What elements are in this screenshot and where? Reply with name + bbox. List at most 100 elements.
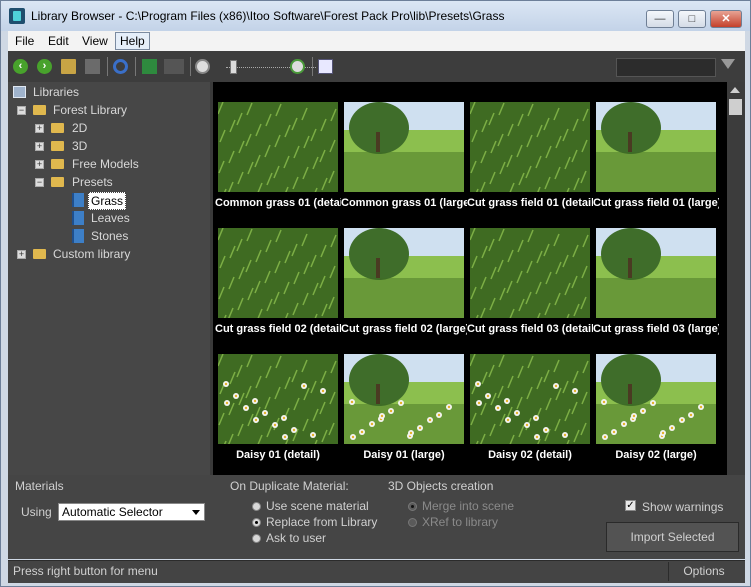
preset-thumbnail[interactable]: [218, 102, 338, 192]
expand-icon[interactable]: +: [35, 160, 44, 169]
using-label: Using: [21, 505, 52, 519]
tree-label: Forest Library: [53, 103, 128, 117]
preset-caption: Cut grass field 03 (large): [593, 323, 719, 335]
info-icon[interactable]: [318, 59, 333, 74]
back-icon[interactable]: ‹: [13, 59, 28, 74]
checkbox[interactable]: ✓: [625, 500, 636, 511]
maximize-button[interactable]: □: [678, 10, 706, 28]
toolbar-separator: [312, 57, 313, 76]
folder-icon: [33, 249, 46, 259]
preset-thumbnail[interactable]: [470, 354, 590, 444]
preset-caption: Daisy 02 (detail): [488, 449, 572, 461]
options-panel: Materials Using Automatic Selector On Du…: [8, 475, 745, 559]
expand-icon[interactable]: +: [35, 142, 44, 151]
edit-icon[interactable]: [164, 59, 184, 74]
duplicate-material-header: On Duplicate Material:: [230, 479, 349, 493]
folder-icon: [33, 105, 46, 115]
folder-icon: [51, 123, 64, 133]
folder-icon: [51, 159, 64, 169]
collapse-icon[interactable]: −: [35, 178, 44, 187]
collapse-icon[interactable]: −: [17, 106, 26, 115]
radio-button[interactable]: [252, 534, 261, 543]
preset-thumbnail[interactable]: [596, 228, 716, 318]
grid-scrollbar[interactable]: [727, 82, 745, 475]
options-button[interactable]: Options: [668, 562, 739, 581]
zoom-in-icon[interactable]: [290, 59, 305, 74]
material-selector-combo[interactable]: Automatic Selector: [58, 503, 205, 521]
preset-caption: Cut grass field 01 (large): [593, 197, 719, 209]
app-icon: [9, 8, 25, 24]
preset-caption: Common grass 01 (large): [341, 197, 467, 209]
tree-label: Libraries: [33, 85, 80, 99]
forward-icon[interactable]: ›: [37, 59, 52, 74]
status-bar: Press right button for menu Options: [8, 560, 745, 583]
open-folder-icon[interactable]: [61, 59, 76, 74]
preset-caption: Cut grass field 02 (large): [341, 323, 467, 335]
library-browser-window: Library Browser - C:\Program Files (x86)…: [0, 0, 751, 587]
chevron-down-icon: [192, 510, 200, 515]
preset-thumbnail-grid: Common grass 01 (detail) Common grass 01 …: [213, 82, 727, 475]
tree-label: 3D: [72, 139, 88, 153]
radio-label: XRef to library: [422, 515, 499, 529]
preset-caption: Common grass 01 (detail): [215, 197, 341, 209]
menu-bar: File Edit View Help: [8, 31, 745, 51]
menu-help[interactable]: Help: [115, 32, 150, 50]
library-book-icon: [72, 229, 84, 243]
tree-label: Custom library: [53, 247, 131, 261]
preset-caption: Cut grass field 01 (detail): [467, 197, 593, 209]
toolbar: ‹ ›: [8, 51, 745, 82]
radio-button[interactable]: [408, 502, 417, 511]
preset-caption: Cut grass field 03 (detail): [467, 323, 593, 335]
title-bar[interactable]: Library Browser - C:\Program Files (x86)…: [1, 1, 750, 31]
expand-icon[interactable]: +: [35, 124, 44, 133]
zoom-out-icon[interactable]: [195, 59, 210, 74]
folder-icon: [51, 141, 64, 151]
expand-icon[interactable]: +: [17, 250, 26, 259]
preset-caption: Daisy 02 (large): [615, 449, 697, 461]
materials-header: Materials: [15, 479, 64, 493]
tree-label: Leaves: [91, 211, 130, 225]
radio-label: Merge into scene: [422, 499, 515, 513]
checkbox-label: Show warnings: [642, 500, 724, 514]
preset-thumbnail[interactable]: [470, 102, 590, 192]
radio-button[interactable]: [252, 518, 261, 527]
radio-button[interactable]: [408, 518, 417, 527]
preset-thumbnail[interactable]: [470, 228, 590, 318]
filter-icon[interactable]: [721, 59, 735, 69]
toolbar-separator: [135, 57, 136, 76]
folder-open-icon: [51, 177, 64, 187]
preset-caption: Daisy 01 (detail): [236, 449, 320, 461]
preset-thumbnail[interactable]: [344, 102, 464, 192]
radio-label: Use scene material: [266, 499, 369, 513]
library-book-icon: [72, 193, 84, 207]
tree-label-selected: Grass: [88, 192, 127, 210]
zoom-slider-thumb[interactable]: [230, 60, 237, 74]
preset-thumbnail[interactable]: [596, 102, 716, 192]
scroll-up-icon[interactable]: [730, 87, 740, 93]
radio-label: Ask to user: [266, 531, 327, 545]
sort-icon[interactable]: [142, 59, 157, 74]
radio-button[interactable]: [252, 502, 261, 511]
tree-label: Free Models: [72, 157, 139, 171]
search-input[interactable]: [616, 58, 716, 77]
menu-edit[interactable]: Edit: [44, 33, 73, 49]
preset-thumbnail[interactable]: [344, 228, 464, 318]
import-selected-button[interactable]: Import Selected: [606, 522, 739, 552]
menu-view[interactable]: View: [78, 33, 112, 49]
menu-file[interactable]: File: [11, 33, 38, 49]
objects-creation-header: 3D Objects creation: [388, 479, 494, 493]
minimize-button[interactable]: —: [646, 10, 674, 28]
libraries-icon: [13, 86, 26, 98]
preset-caption: Cut grass field 02 (detail): [215, 323, 341, 335]
library-book-icon: [72, 211, 84, 225]
preset-thumbnail[interactable]: [218, 228, 338, 318]
save-icon[interactable]: [85, 59, 100, 74]
preset-thumbnail[interactable]: [596, 354, 716, 444]
refresh-icon[interactable]: [113, 59, 128, 74]
preset-thumbnail[interactable]: [344, 354, 464, 444]
scrollbar-thumb[interactable]: [729, 99, 742, 115]
tree-label: Stones: [91, 229, 129, 243]
tree-label: Presets: [72, 175, 113, 189]
close-button[interactable]: ✕: [710, 10, 742, 28]
preset-thumbnail[interactable]: [218, 354, 338, 444]
